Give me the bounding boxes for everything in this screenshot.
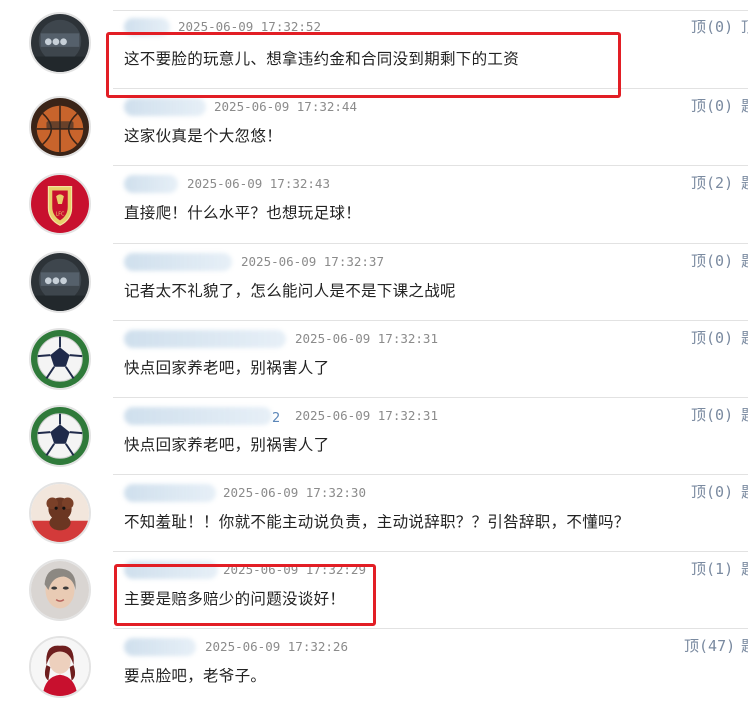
comment-item: 2025-06-09 17:32:30 顶(0) 题 不知羞耻！！你就不能主动说… <box>0 474 748 551</box>
highlight-box <box>114 564 376 626</box>
upvote-button[interactable]: 顶(0) <box>691 327 733 349</box>
divider <box>113 10 748 11</box>
avatar[interactable]: ●●● <box>29 251 91 313</box>
username[interactable] <box>124 175 178 193</box>
avatar[interactable]: LFC <box>29 173 91 235</box>
svg-text:●●●: ●●● <box>45 37 68 47</box>
svg-text:LFC: LFC <box>56 212 65 218</box>
username[interactable] <box>124 98 206 116</box>
timestamp: 2025-06-09 17:32:30 <box>223 485 366 500</box>
report-link[interactable]: 题 <box>741 250 748 272</box>
upvote-button[interactable]: 顶(2) <box>691 172 733 194</box>
divider <box>113 474 748 475</box>
avatar[interactable] <box>29 636 91 698</box>
avatar[interactable] <box>29 96 91 158</box>
timestamp: 2025-06-09 17:32:43 <box>187 176 330 191</box>
username[interactable] <box>124 484 216 502</box>
avatar[interactable] <box>29 559 91 621</box>
comment-item: LFC 2025-06-09 17:32:43 顶(2) 题 直接爬！什么水平？… <box>0 165 748 242</box>
divider <box>113 243 748 244</box>
divider <box>113 397 748 398</box>
upvote-button[interactable]: 顶(0) <box>691 481 733 503</box>
avatar[interactable] <box>29 405 91 467</box>
comment-text: 快点回家养老吧，别祸害人了 <box>124 359 330 377</box>
comment-text: 不知羞耻！！你就不能主动说负责，主动说辞职？？引咎辞职，不懂吗？ <box>124 513 630 531</box>
report-link[interactable]: 题 <box>741 327 748 349</box>
report-link[interactable]: 题 <box>741 481 748 503</box>
username[interactable]: 2 <box>124 407 286 426</box>
divider <box>113 628 748 629</box>
timestamp: 2025-06-09 17:32:31 <box>295 331 438 346</box>
timestamp: 2025-06-09 17:32:44 <box>214 99 357 114</box>
comment-item: 2025-06-09 17:32:26 顶(47) 题 要点脸吧，老爷子。 <box>0 628 748 705</box>
divider <box>113 551 748 552</box>
comment-item: ●●● 2025-06-09 17:32:37 顶(0) 题 记者太不礼貌了，怎… <box>0 243 748 320</box>
report-link[interactable]: 题 <box>741 635 748 657</box>
upvote-button[interactable]: 顶(47) <box>684 635 735 657</box>
avatar[interactable]: ●●● <box>29 12 91 74</box>
highlight-box <box>106 32 621 98</box>
report-link[interactable]: 顶 <box>741 16 748 38</box>
comment-text: 快点回家养老吧，别祸害人了 <box>124 436 330 454</box>
timestamp: 2025-06-09 17:32:37 <box>241 254 384 269</box>
comment-item: 2025-06-09 17:32:31 顶(0) 题 快点回家养老吧，别祸害人了 <box>0 320 748 397</box>
timestamp: 2025-06-09 17:32:26 <box>205 639 348 654</box>
report-link[interactable]: 题 <box>741 558 748 580</box>
avatar[interactable] <box>29 482 91 544</box>
comment-text: 直接爬！什么水平？也想玩足球！ <box>124 204 362 222</box>
divider <box>113 165 748 166</box>
report-link[interactable]: 题 <box>741 404 748 426</box>
timestamp: 2025-06-09 17:32:31 <box>295 408 438 423</box>
comment-text: 要点脸吧，老爷子。 <box>124 667 267 685</box>
upvote-button[interactable]: 顶(0) <box>691 404 733 426</box>
upvote-button[interactable]: 顶(0) <box>691 95 733 117</box>
upvote-button[interactable]: 顶(0) <box>691 16 733 38</box>
comment-item: 2025-06-09 17:32:44 顶(0) 题 这家伙真是个大忽悠！ <box>0 88 748 165</box>
report-link[interactable]: 题 <box>741 95 748 117</box>
username[interactable] <box>124 253 232 271</box>
comment-text: 记者太不礼貌了，怎么能问人是不是下课之战呢 <box>124 282 456 300</box>
comment-item: 2 2025-06-09 17:32:31 顶(0) 题 快点回家养老吧，别祸害… <box>0 397 748 474</box>
svg-text:●●●: ●●● <box>45 276 68 286</box>
report-link[interactable]: 题 <box>741 172 748 194</box>
upvote-button[interactable]: 顶(1) <box>691 558 733 580</box>
avatar[interactable] <box>29 328 91 390</box>
username[interactable] <box>124 330 286 348</box>
comment-text: 这家伙真是个大忽悠！ <box>124 127 283 145</box>
username[interactable] <box>124 638 196 656</box>
divider <box>113 320 748 321</box>
upvote-button[interactable]: 顶(0) <box>691 250 733 272</box>
